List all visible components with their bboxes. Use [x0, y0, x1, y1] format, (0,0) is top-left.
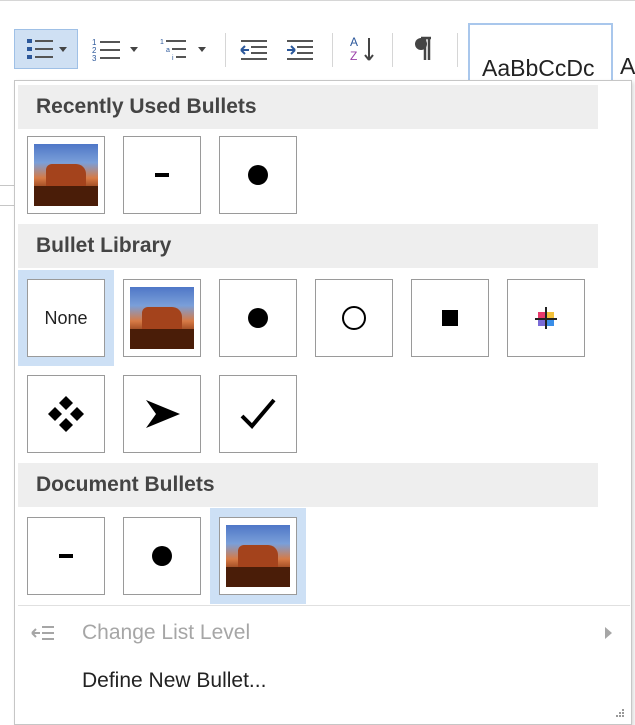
define-new-bullet-menu-item[interactable]: Define New Bullet...	[18, 661, 630, 701]
submenu-arrow-icon	[605, 627, 612, 639]
menu-divider	[18, 605, 630, 606]
ribbon-separator	[225, 33, 226, 67]
bullet-option-filled-circle[interactable]	[219, 279, 297, 357]
ribbon-separator	[332, 33, 333, 67]
hollow-circle-bullet-glyph	[342, 306, 366, 330]
dash-bullet-glyph	[59, 554, 73, 558]
svg-text:a: a	[166, 47, 170, 54]
sort-button[interactable]: A Z	[342, 29, 382, 69]
bullet-option-filled-circle[interactable]	[219, 136, 297, 214]
change-list-level-label: Change List Level	[82, 621, 251, 644]
filled-circle-bullet-glyph	[152, 546, 172, 566]
svg-text:Z: Z	[350, 49, 357, 63]
show-formatting-button[interactable]	[404, 29, 444, 69]
style-gallery-next[interactable]: A	[620, 53, 635, 80]
bullet-option-picture[interactable]	[123, 279, 201, 357]
show-formatting-icon	[415, 36, 431, 60]
numbering-button[interactable]: 1 2 3	[84, 29, 148, 69]
document-ruler-line	[0, 185, 14, 186]
document-ruler-line	[0, 205, 14, 206]
bullet-option-colored-cross[interactable]	[507, 279, 585, 357]
bullet-option-dash[interactable]	[27, 517, 105, 595]
decrease-indent-button[interactable]	[234, 29, 274, 69]
square-bullet-glyph	[442, 310, 458, 326]
define-new-bullet-label: Define New Bullet...	[82, 669, 267, 692]
ribbon-separator	[457, 33, 458, 67]
numbering-icon: 1 2 3	[92, 38, 138, 63]
multilevel-list-icon: 1 a i	[160, 39, 206, 62]
bullet-option-square[interactable]	[411, 279, 489, 357]
checkmark-bullet-icon	[240, 398, 276, 429]
section-header-recently-used: Recently Used Bullets	[18, 85, 598, 129]
filled-circle-bullet-glyph	[248, 165, 268, 185]
colored-cross-bullet-icon	[535, 307, 557, 329]
arrowhead-bullet-icon	[146, 400, 180, 428]
change-list-level-icon	[31, 626, 54, 640]
multilevel-list-button[interactable]: 1 a i	[152, 29, 216, 69]
decrease-indent-icon	[240, 40, 267, 60]
bullet-option-four-diamonds[interactable]	[27, 375, 105, 453]
bullets-icon	[27, 39, 67, 59]
ribbon-separator	[392, 33, 393, 67]
change-list-level-menu-item[interactable]: Change List Level	[18, 613, 630, 653]
sort-icon: A Z	[350, 35, 374, 63]
section-header-bullet-library: Bullet Library	[18, 224, 598, 268]
svg-text:A: A	[350, 35, 358, 49]
svg-text:i: i	[172, 55, 174, 62]
increase-indent-button[interactable]	[280, 29, 320, 69]
style-preview-text: AaBbCcDc	[482, 55, 595, 81]
ribbon-toolbar: 1 2 3 1 a i A Z AaBbCcDc A	[0, 0, 635, 93]
none-label: None	[44, 307, 88, 328]
bullet-option-filled-circle[interactable]	[123, 517, 201, 595]
section-header-document-bullets: Document Bullets	[18, 463, 598, 507]
picture-bullet-image	[226, 525, 290, 587]
four-diamonds-bullet-icon	[48, 396, 84, 432]
increase-indent-icon	[287, 40, 313, 60]
picture-bullet-image	[34, 144, 98, 206]
filled-circle-bullet-glyph	[248, 308, 268, 328]
bullet-option-picture[interactable]	[27, 136, 105, 214]
bullet-option-none[interactable]: None	[27, 279, 105, 357]
bullet-option-picture[interactable]	[219, 517, 297, 595]
bullets-button[interactable]	[14, 29, 78, 69]
bullet-library-dropdown: Recently Used Bullets Bullet Library Non…	[14, 80, 632, 725]
resize-grip-icon[interactable]	[615, 708, 625, 718]
dash-bullet-glyph	[155, 173, 169, 177]
picture-bullet-image	[130, 287, 194, 349]
bullet-option-hollow-circle[interactable]	[315, 279, 393, 357]
bullet-option-arrowhead[interactable]	[123, 375, 201, 453]
svg-text:1: 1	[160, 39, 164, 46]
bullet-option-checkmark[interactable]	[219, 375, 297, 453]
bullet-option-picture-selected[interactable]	[210, 508, 306, 604]
svg-text:3: 3	[92, 54, 97, 63]
bullet-option-none-selected[interactable]: None	[18, 270, 114, 366]
bullet-option-dash[interactable]	[123, 136, 201, 214]
